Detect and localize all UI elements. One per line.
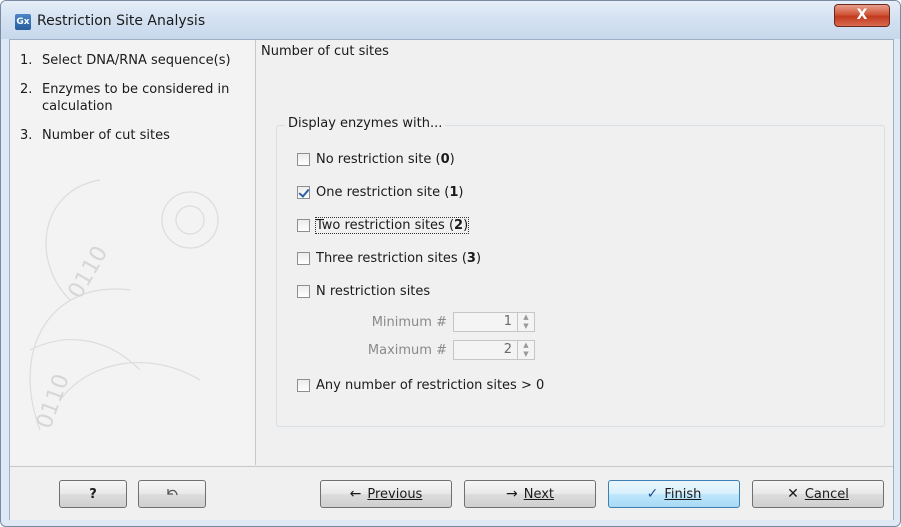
dialog-body: 0110 0110 1. Select DNA/RNA sequence(s) …	[9, 39, 894, 520]
checkbox[interactable]	[297, 218, 310, 232]
undo-icon	[167, 489, 178, 496]
step-item[interactable]: 2. Enzymes to be considered in calculati…	[20, 81, 245, 115]
help-label: ?	[89, 486, 97, 502]
cancel-label: Cancel	[804, 486, 849, 502]
option-no-restriction-site[interactable]: No restriction site (0)	[297, 150, 455, 168]
step-number: 1.	[20, 53, 33, 68]
minimum-value: 1	[503, 314, 512, 329]
window-title: Restriction Site Analysis	[37, 13, 206, 29]
close-icon: ✕	[787, 486, 799, 502]
maximum-value: 2	[503, 342, 512, 357]
option-label: Three restriction sites (3)	[316, 250, 482, 266]
checkmark-icon: ✓	[646, 486, 659, 502]
checkbox[interactable]	[297, 378, 310, 392]
close-button[interactable]: X	[834, 4, 890, 27]
maximum-row: Maximum # 2 ▲ ▼	[357, 339, 535, 361]
checkbox[interactable]	[297, 251, 310, 265]
svg-text:0110: 0110	[64, 242, 114, 303]
help-button[interactable]: ?	[59, 480, 127, 508]
section-title: Number of cut sites	[261, 44, 389, 59]
spin-up-icon[interactable]: ▲	[518, 313, 534, 322]
previous-button[interactable]: ← Previous	[320, 480, 452, 508]
finish-button[interactable]: ✓ Finish	[608, 480, 740, 508]
step-item-current[interactable]: 3. Number of cut sites	[20, 127, 245, 144]
option-label: No restriction site (0)	[316, 151, 455, 167]
checkbox[interactable]	[297, 152, 310, 166]
arrow-left-icon: ←	[349, 486, 362, 502]
spin-up-icon[interactable]: ▲	[518, 341, 534, 350]
next-button[interactable]: → Next	[464, 480, 596, 508]
button-bar: ? ← Previous → Next ✓ Finish ✕ Cancel	[10, 466, 893, 520]
step-number: 2.	[20, 82, 33, 97]
svg-text:0110: 0110	[32, 371, 75, 432]
cancel-button[interactable]: ✕ Cancel	[752, 480, 884, 508]
arrow-right-icon: →	[505, 486, 518, 502]
step-label: Enzymes to be considered in calculation	[42, 82, 230, 114]
options-panel: Number of cut sites Display enzymes with…	[256, 40, 893, 465]
step-label: Number of cut sites	[42, 128, 170, 143]
title-bar[interactable]: Gx Restriction Site Analysis X	[1, 1, 900, 39]
dialog-window: Gx Restriction Site Analysis X 0110 0110	[0, 0, 901, 527]
group-label: Display enzymes with...	[285, 116, 446, 131]
next-label: Next	[523, 486, 555, 502]
finish-label: Finish	[664, 486, 702, 502]
previous-label: Previous	[367, 486, 423, 502]
spin-down-icon[interactable]: ▼	[518, 350, 534, 359]
minimum-row: Minimum # 1 ▲ ▼	[357, 311, 535, 333]
checkbox[interactable]	[297, 284, 310, 298]
spin-down-icon[interactable]: ▼	[518, 322, 534, 331]
app-icon: Gx	[15, 14, 31, 30]
wizard-steps-panel: 0110 0110 1. Select DNA/RNA sequence(s) …	[10, 40, 256, 465]
option-label: Two restriction sites (2)	[314, 216, 470, 234]
option-n-restriction-sites[interactable]: N restriction sites	[297, 282, 430, 300]
step-item[interactable]: 1. Select DNA/RNA sequence(s)	[20, 52, 245, 69]
steps-list: 1. Select DNA/RNA sequence(s) 2. Enzymes…	[20, 52, 245, 156]
option-label: Any number of restriction sites > 0	[316, 377, 545, 393]
checkbox-checked[interactable]	[297, 185, 310, 199]
minimum-spinner[interactable]: 1 ▲ ▼	[453, 312, 535, 332]
maximum-label: Maximum #	[367, 342, 447, 358]
spinner-buttons[interactable]: ▲ ▼	[517, 313, 534, 331]
option-label: N restriction sites	[316, 283, 431, 299]
maximum-spinner[interactable]: 2 ▲ ▼	[453, 340, 535, 360]
reset-button[interactable]	[138, 480, 206, 508]
spinner-buttons[interactable]: ▲ ▼	[517, 341, 534, 359]
display-enzymes-group: Display enzymes with... No restriction s…	[276, 116, 885, 427]
option-any-number-restriction-sites[interactable]: Any number of restriction sites > 0	[297, 376, 544, 394]
step-number: 3.	[20, 128, 33, 143]
option-label: One restriction site (1)	[316, 184, 464, 200]
option-one-restriction-site[interactable]: One restriction site (1)	[297, 183, 464, 201]
minimum-label: Minimum #	[371, 314, 447, 330]
option-two-restriction-sites[interactable]: Two restriction sites (2)	[297, 216, 470, 234]
step-label: Select DNA/RNA sequence(s)	[42, 53, 231, 68]
option-three-restriction-sites[interactable]: Three restriction sites (3)	[297, 249, 481, 267]
